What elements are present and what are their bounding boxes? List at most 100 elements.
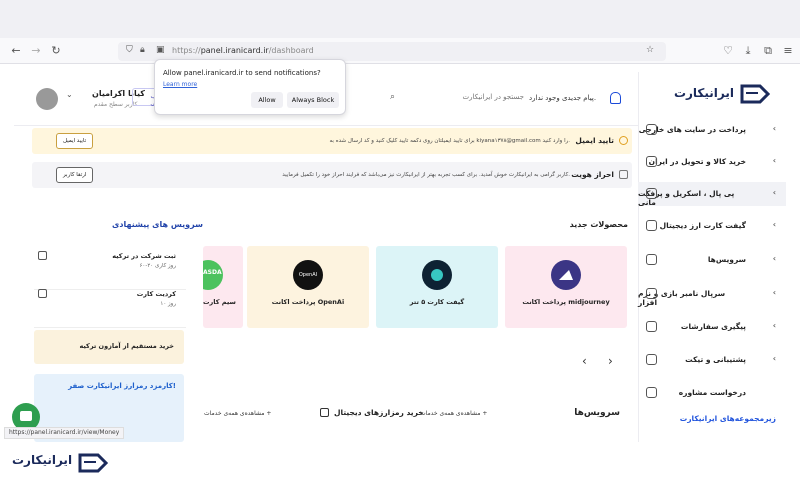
sidebar-item-orders[interactable]: پیگیری سفارشات ‹ [638, 315, 786, 339]
suggested-item-credit-card[interactable]: کردیت کارت ۱۰ روز [34, 284, 186, 328]
chevron-icon: ‹ [772, 354, 776, 363]
sidebar-item-support[interactable]: پشتیبانی و تیکت ‹ [638, 348, 786, 372]
product-label: سیم کارت [203, 298, 236, 306]
digital-crypto-title: خرید رمزارزهای دیجیتال [334, 408, 424, 417]
upgrade-user-button[interactable]: ارتقا کاربر [56, 167, 94, 183]
all-services-link[interactable]: مشاهده‌ی همه‌ی خدمات + [204, 410, 271, 417]
product-card-simcard[interactable]: ASDA سیم کارت [203, 246, 243, 328]
back-icon[interactable]: ← [8, 43, 24, 59]
suggested-title: ثبت شرکت در ترکیه [112, 252, 176, 260]
tether-logo-icon [422, 260, 452, 290]
sidebar-item-foreign-payment[interactable]: پرداخت در سایت های خارجی ‹ [638, 118, 786, 142]
shield-icon[interactable]: ⛉ [126, 45, 133, 55]
browser-tabstrip [0, 0, 800, 38]
status-bar-url: https://panel.iranicard.ir/view/Money [4, 427, 125, 439]
warning-icon [619, 136, 628, 145]
menu-icon[interactable]: ≡ [780, 43, 796, 59]
gamepad-icon [646, 288, 657, 299]
reload-icon[interactable]: ↻ [48, 43, 64, 59]
all-services-link[interactable]: مشاهده‌ی همه‌ی خدمات + [420, 410, 487, 417]
identity-banner: احراز هویت کاربر گرامی به ایرانیکارت خوش… [32, 162, 632, 188]
sidebar-item-goods[interactable]: خرید کالا و تحویل در ایران ‹ [638, 150, 786, 174]
chevron-icon: ‹ [772, 220, 776, 229]
forward-icon[interactable]: → [28, 43, 44, 59]
chevron-icon: ‹ [772, 124, 776, 133]
new-products-title: محصولات جدید [569, 220, 628, 229]
banner-text: برای تایید ایمیلتان روی دکمه تایید کلیک … [329, 138, 570, 144]
banner-title: احراز هویت [571, 170, 614, 179]
product-label: پرداخت اکانت OpenAi [271, 298, 345, 306]
sidebar-item-giftcard[interactable]: گیفت کارت ارز دیجیتال ‹ [638, 214, 786, 238]
support-icon [646, 354, 657, 365]
chevron-icon: ‹ [772, 288, 776, 297]
crypto-icon [320, 408, 329, 417]
chevron-icon: ‹ [772, 254, 776, 263]
carousel-prev-icon[interactable]: ‹ [582, 354, 587, 368]
banner-text: کاربر گرامی به ایرانیکارت خوش آمدید. برا… [282, 172, 570, 178]
carousel-next-icon[interactable]: › [608, 354, 613, 368]
notification-permission-popup: Allow panel.iranicard.ir to send notific… [154, 59, 346, 115]
site: ایرانیکارت پرداخت در سایت های خارجی ‹ خری… [14, 72, 786, 442]
cart-icon [646, 156, 657, 167]
chevron-down-icon[interactable]: ⌄ [66, 90, 73, 99]
gift-icon [646, 220, 657, 231]
chevron-icon: ‹ [772, 321, 776, 330]
search-icon[interactable]: ⌕ [390, 92, 395, 102]
product-label: گیفت کارت ۵ تتر [409, 298, 465, 306]
logo-mark-icon [740, 84, 770, 104]
product-card-openai[interactable]: OpenAI پرداخت اکانت OpenAi [247, 246, 369, 328]
tracking-icon [646, 321, 657, 332]
sidebar: ایرانیکارت پرداخت در سایت های خارجی ‹ خری… [638, 72, 786, 442]
sidebar-item-serial-number[interactable]: سرپال نامبر بازی و نرم افزار ‹ [638, 282, 786, 307]
chevron-icon: ‹ [772, 188, 776, 197]
services-icon [646, 254, 657, 265]
lock-icon[interactable]: 🔒︎ [140, 45, 145, 55]
learn-more-link[interactable]: Learn more [163, 81, 197, 88]
search-box[interactable]: ⌕ [390, 90, 532, 108]
notification-message: پیام جدیدی وجود ندارد. [529, 94, 597, 102]
watermark-mark-icon [78, 453, 108, 473]
logo-text: ایرانیکارت [673, 86, 734, 100]
watermark-text: ایرانیکارت [12, 453, 73, 467]
chevron-icon: ‹ [772, 156, 776, 165]
allow-button[interactable]: Allow [251, 92, 283, 108]
popup-message: Allow panel.iranicard.ir to send notific… [163, 69, 321, 77]
suggested-duration: ۶۰-۲۰ روز کاری [139, 263, 176, 269]
company-icon [38, 251, 47, 260]
suggested-services-title: سرویس های پیشنهادی [112, 220, 203, 229]
verify-email-button[interactable]: تایید ایمیل [56, 133, 94, 149]
wallet-icon [646, 188, 657, 199]
logo[interactable]: ایرانیکارت [654, 78, 774, 108]
id-card-icon [619, 170, 628, 179]
product-label: پرداخت اکانت midjourney [522, 298, 610, 306]
always-block-button[interactable]: Always Block [287, 92, 339, 108]
avatar[interactable] [36, 88, 58, 110]
services-title: سرویس‌ها [574, 408, 620, 418]
midjourney-logo-icon [551, 260, 581, 290]
bookmark-star-icon[interactable]: ☆ [646, 45, 654, 55]
watermark-logo: ایرانیکارت [12, 449, 108, 475]
product-card-midjourney[interactable]: پرداخت اکانت midjourney [505, 246, 627, 328]
url-text: https://panel.iranicard.ir/dashboard [172, 46, 314, 55]
amazon-turkey-promo[interactable]: خرید مستقیم از آمازون ترکیه [34, 330, 184, 364]
main-content: ⌄ کیانا اکرامیان کاربر سطح مقدم حساب حقی… [14, 72, 638, 442]
sidebar-item-consult[interactable]: درخواست مشاوره [638, 381, 786, 405]
bell-icon[interactable] [610, 92, 621, 104]
search-input[interactable] [404, 93, 524, 101]
browser-toolbar: ← → ↻ ⛉ 🔒︎ ▣ https://panel.iranicard.ir/… [0, 38, 800, 64]
extensions-icon[interactable]: ⧉ [760, 43, 776, 59]
credit-card-icon [38, 289, 47, 298]
user-level: کاربر سطح مقدم [94, 101, 138, 108]
email-verify-banner: تایید ایمیل برای تایید ایمیلتان روی دکمه… [32, 128, 632, 154]
notification-permission-icon[interactable]: ▣ [156, 45, 165, 55]
downloads-icon[interactable]: ⤓ [740, 43, 756, 59]
openai-logo-icon: OpenAI [293, 260, 323, 290]
sidebar-item-paypal[interactable]: پی پال ، اسکریل و پرفکت مانی ‹ [638, 182, 786, 207]
pocket-icon[interactable]: ♡ [720, 43, 736, 59]
product-card-tether-gift[interactable]: گیفت کارت ۵ تتر [376, 246, 498, 328]
consult-icon [646, 387, 657, 398]
asda-badge: ASDA [203, 269, 222, 276]
sidebar-item-services[interactable]: سرویس‌ها ‹ [638, 248, 786, 272]
sidebar-subsidiaries-link[interactable]: زیرمجموعه‌های ایرانیکارت [680, 414, 776, 423]
banner-title: تایید ایمیل [575, 136, 614, 145]
